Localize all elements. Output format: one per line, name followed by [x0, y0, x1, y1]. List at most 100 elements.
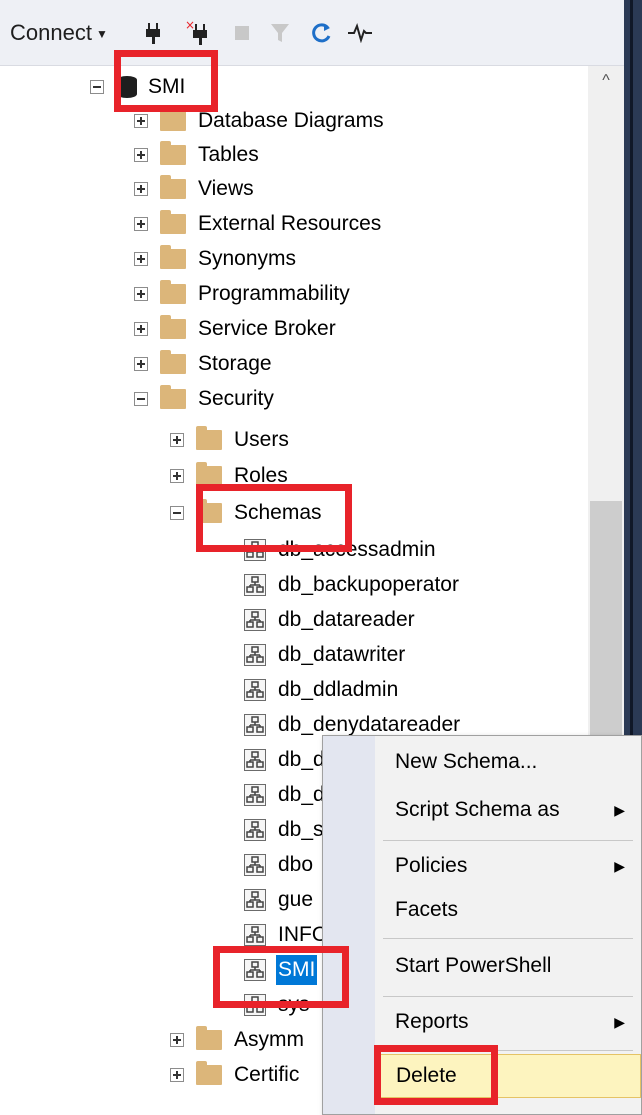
tree-node-roles[interactable]: Roles [170, 459, 290, 493]
menu-item-label: Start PowerShell [395, 954, 552, 977]
tree-node-label: Database Diagrams [198, 109, 384, 132]
chevron-down-icon: ▼ [95, 27, 108, 41]
tree-node-label: db_d [278, 748, 325, 771]
object-explorer-toolbar: Connect ▼ × [0, 0, 624, 66]
refresh-icon[interactable] [308, 18, 336, 48]
menu-item-script-schema-as[interactable]: Script Schema as ▶ [375, 788, 641, 832]
tree-node-tables[interactable]: Tables [134, 138, 261, 172]
menu-separator [383, 938, 633, 939]
menu-item-new-schema[interactable]: New Schema... [375, 740, 641, 784]
tree-node-schemas[interactable]: Schemas [170, 496, 324, 530]
stop-icon[interactable] [228, 18, 256, 48]
tree-node-schema[interactable]: db_backupoperator [218, 568, 461, 602]
menu-item-policies[interactable]: Policies ▶ [375, 844, 641, 888]
folder-icon [160, 141, 186, 165]
scroll-up-icon[interactable]: ^ [588, 66, 624, 96]
expand-icon[interactable] [170, 469, 184, 483]
tree-node-label: Roles [234, 464, 288, 487]
expand-icon[interactable] [134, 182, 148, 196]
tree-node-database-diagrams[interactable]: Database Diagrams [134, 104, 386, 138]
expand-icon[interactable] [134, 322, 148, 336]
tree-node-label: db_backupoperator [278, 573, 459, 596]
tree-node-label: db_d [278, 783, 325, 806]
tree-node-users[interactable]: Users [170, 423, 291, 457]
schema-icon [244, 749, 266, 771]
expand-icon[interactable] [170, 433, 184, 447]
tree-node-label: db_ddladmin [278, 678, 399, 701]
menu-item-reports[interactable]: Reports ▶ [375, 1000, 641, 1044]
tree-node-label: Tables [198, 143, 259, 166]
tree-node-label: SMI [148, 75, 186, 98]
tree-node-schema[interactable]: db_accessadmin [218, 533, 438, 567]
tree-node-asymmetric-keys[interactable]: Asymm [170, 1023, 306, 1057]
tree-node-label: db_accessadmin [278, 538, 436, 561]
folder-icon [160, 315, 186, 339]
tree-node-schema[interactable]: gue [218, 883, 315, 917]
folder-icon [196, 426, 222, 450]
tree-node-label: Storage [198, 352, 272, 375]
expand-icon[interactable] [134, 252, 148, 266]
expand-icon[interactable] [134, 287, 148, 301]
connect-plug-icon[interactable] [140, 18, 168, 48]
tree-node-schema[interactable]: db_datawriter [218, 638, 407, 672]
tree-node-schema[interactable]: db_d [218, 743, 327, 777]
expand-icon[interactable] [134, 357, 148, 371]
menu-item-facets[interactable]: Facets [375, 888, 641, 932]
tree-node-label: Asymm [234, 1028, 304, 1051]
database-icon [117, 76, 137, 98]
tree-node-views[interactable]: Views [134, 172, 256, 206]
tree-node-schema[interactable]: INFO [218, 918, 330, 952]
collapse-icon[interactable] [134, 392, 148, 406]
tree-node-schema[interactable]: db_datareader [218, 603, 417, 637]
tree-node-schema[interactable]: db_s [218, 813, 326, 847]
menu-separator [383, 1050, 633, 1051]
tree-node-service-broker[interactable]: Service Broker [134, 312, 338, 346]
menu-item-delete[interactable]: Delete [375, 1054, 641, 1098]
tree-node-security[interactable]: Security [134, 382, 276, 416]
menu-item-label: Reports [395, 1010, 469, 1033]
tree-node-label: db_datareader [278, 608, 415, 631]
schema-icon [244, 784, 266, 806]
disconnect-plug-icon[interactable]: × [184, 18, 212, 48]
schema-icon [244, 889, 266, 911]
tree-node-label: db_s [278, 818, 324, 841]
menu-item-start-powershell[interactable]: Start PowerShell [375, 944, 641, 988]
tree-node-label: Service Broker [198, 317, 336, 340]
schema-icon [244, 924, 266, 946]
tree-node-external-resources[interactable]: External Resources [134, 207, 383, 241]
folder-icon [196, 462, 222, 486]
tree-node-schema[interactable]: sys [218, 988, 312, 1022]
tree-node-certificates[interactable]: Certific [170, 1058, 301, 1092]
menu-separator [383, 996, 633, 997]
filter-icon[interactable] [266, 18, 294, 48]
tree-node-schema[interactable]: db_ddladmin [218, 673, 400, 707]
schema-icon [244, 819, 266, 841]
folder-icon [160, 280, 186, 304]
submenu-arrow-icon: ▶ [614, 801, 625, 818]
collapse-icon[interactable] [170, 506, 184, 520]
folder-icon [160, 175, 186, 199]
collapse-icon[interactable] [90, 80, 104, 94]
expand-icon[interactable] [170, 1068, 184, 1082]
tree-node-database[interactable]: SMI [90, 70, 187, 104]
tree-node-schema[interactable]: db_d [218, 778, 327, 812]
tree-node-schema-selected[interactable]: SMI [218, 953, 318, 987]
tree-node-label: db_datawriter [278, 643, 406, 666]
menu-item-label: New Schema... [395, 750, 538, 773]
menu-icon-gutter [323, 736, 375, 1114]
tree-node-storage[interactable]: Storage [134, 347, 274, 381]
expand-icon[interactable] [134, 217, 148, 231]
tree-node-programmability[interactable]: Programmability [134, 277, 352, 311]
activity-monitor-icon[interactable] [346, 18, 374, 48]
tree-node-synonyms[interactable]: Synonyms [134, 242, 298, 276]
tree-node-label: Views [198, 177, 254, 200]
expand-icon[interactable] [134, 114, 148, 128]
tree-node-schema[interactable]: dbo [218, 848, 315, 882]
schema-icon [244, 679, 266, 701]
schema-icon [244, 574, 266, 596]
expand-icon[interactable] [134, 148, 148, 162]
connect-label: Connect [10, 20, 92, 45]
connect-button[interactable]: Connect ▼ [10, 18, 108, 48]
expand-icon[interactable] [170, 1033, 184, 1047]
tree-node-label: Schemas [234, 501, 322, 524]
